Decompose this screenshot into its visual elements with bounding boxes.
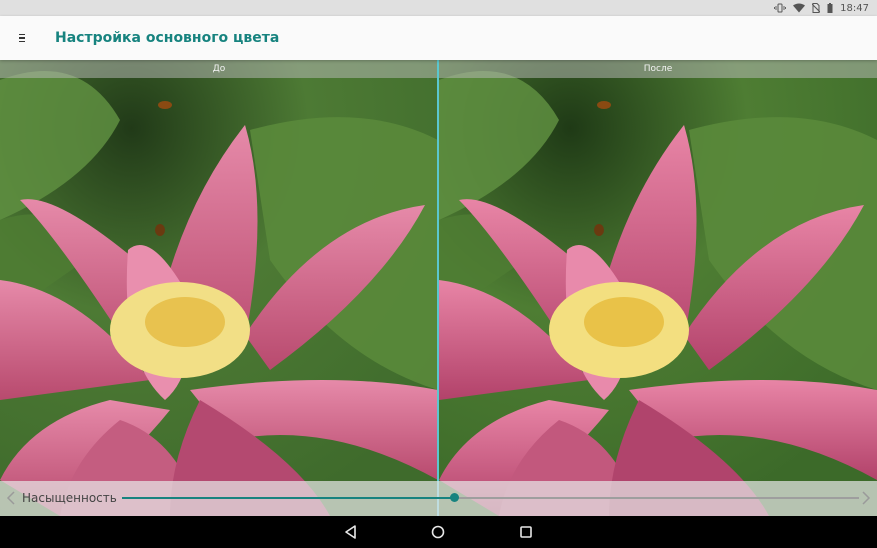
navigation-bar [0, 516, 877, 548]
no-sim-icon [812, 3, 821, 13]
after-preview: После [439, 60, 877, 516]
after-photo [439, 60, 877, 516]
adjustment-bar: Насыщенность [0, 481, 877, 516]
after-label: После [439, 60, 877, 78]
vibrate-icon [774, 3, 787, 13]
before-label: До [0, 60, 438, 78]
recents-icon[interactable] [516, 522, 536, 542]
adjustment-label: Насыщенность [22, 491, 117, 505]
slider-thumb[interactable] [449, 493, 459, 502]
chevron-right-icon[interactable] [859, 490, 873, 506]
saturation-slider[interactable] [122, 493, 859, 502]
home-icon[interactable] [428, 522, 448, 542]
app-bar: Настройка основного цвета [0, 16, 877, 60]
page-title: Настройка основного цвета [55, 30, 280, 46]
before-photo [0, 60, 438, 516]
comparison-divider[interactable] [437, 60, 439, 516]
slider-fill [122, 497, 454, 499]
wifi-icon [793, 3, 806, 13]
battery-icon [827, 3, 833, 13]
before-preview: До [0, 60, 438, 516]
status-bar: 18:47 [0, 0, 877, 16]
chevron-left-icon[interactable] [4, 490, 18, 506]
clock-time: 18:47 [840, 2, 869, 14]
menu-icon[interactable] [12, 28, 32, 48]
back-icon[interactable] [341, 522, 361, 542]
